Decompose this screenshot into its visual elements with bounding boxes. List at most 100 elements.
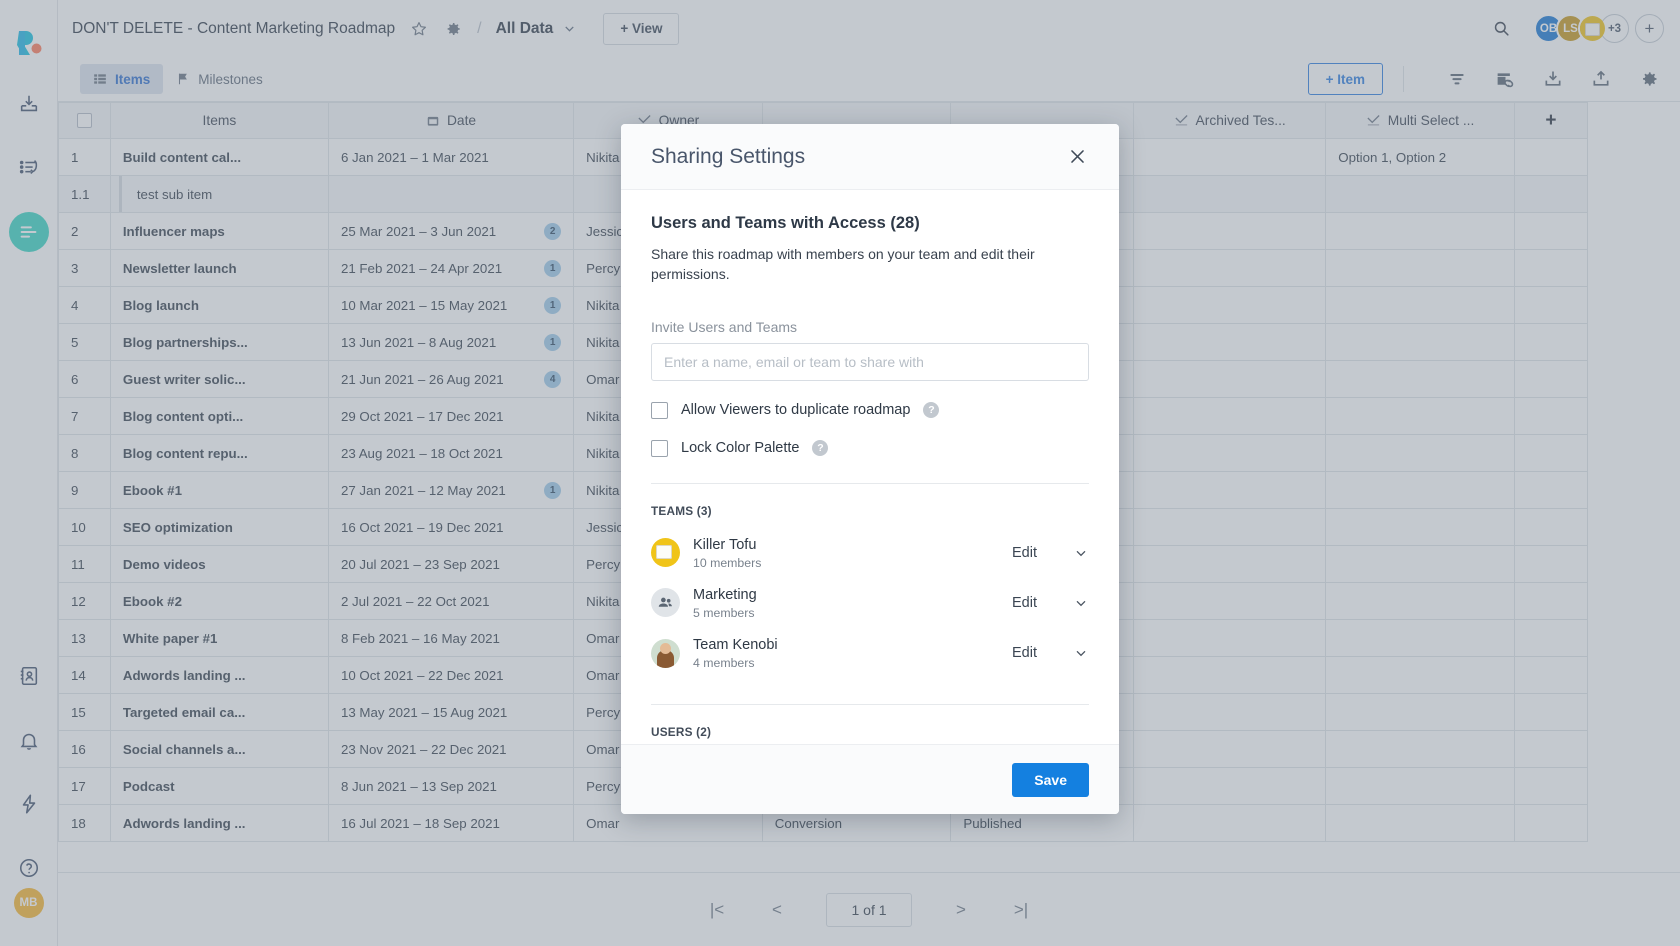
team-row[interactable]: Killer Tofu10 membersEdit	[651, 528, 1089, 578]
select-all-header[interactable]	[59, 103, 111, 139]
cell-item-name[interactable]: Podcast	[110, 768, 328, 805]
cell-multi-select[interactable]	[1326, 620, 1515, 657]
cell-item-name[interactable]: Blog launch	[110, 287, 328, 324]
help-icon[interactable]: ?	[812, 440, 828, 456]
cell-item-name[interactable]: SEO optimization	[110, 509, 328, 546]
cell-archived[interactable]	[1134, 509, 1326, 546]
cell-archived[interactable]	[1134, 694, 1326, 731]
cell-item-name[interactable]: Blog partnerships...	[110, 324, 328, 361]
cell-multi-select[interactable]: Option 1, Option 2	[1326, 139, 1515, 176]
cell-archived[interactable]	[1134, 435, 1326, 472]
cell-date[interactable]: 27 Jan 2021 – 12 May 20211	[328, 472, 573, 509]
cell-item-name[interactable]: Influencer maps	[110, 213, 328, 250]
team-row[interactable]: Team Kenobi4 membersEdit	[651, 628, 1089, 678]
cell-archived[interactable]	[1134, 546, 1326, 583]
cell-date[interactable]: 10 Mar 2021 – 15 May 20211	[328, 287, 573, 324]
role-label[interactable]: Edit	[1012, 545, 1037, 561]
roadmap-icon[interactable]	[9, 212, 49, 252]
cell-date[interactable]: 21 Jun 2021 – 26 Aug 20214	[328, 361, 573, 398]
next-page-button[interactable]: >	[950, 899, 972, 921]
cell-date[interactable]: 21 Feb 2021 – 24 Apr 20211	[328, 250, 573, 287]
cell-multi-select[interactable]	[1326, 435, 1515, 472]
cell-multi-select[interactable]	[1326, 583, 1515, 620]
save-button[interactable]: Save	[1012, 763, 1089, 797]
list-flow-icon[interactable]	[9, 148, 49, 188]
add-column-button[interactable]: +	[1514, 103, 1587, 139]
export-icon[interactable]	[1586, 64, 1616, 94]
role-label[interactable]: Edit	[1012, 645, 1037, 661]
cell-multi-select[interactable]	[1326, 509, 1515, 546]
cell-date[interactable]: 2 Jul 2021 – 22 Oct 2021	[328, 583, 573, 620]
allow-duplicate-checkbox[interactable]	[651, 402, 668, 419]
cell-archived[interactable]	[1134, 176, 1326, 213]
tab-milestones[interactable]: Milestones	[163, 64, 276, 94]
integrations-icon[interactable]	[9, 784, 49, 824]
role-label[interactable]: Edit	[1012, 595, 1037, 611]
cell-date[interactable]	[328, 176, 573, 213]
filter-icon[interactable]	[1442, 64, 1472, 94]
settings-gear-icon[interactable]	[1634, 64, 1664, 94]
cell-item-name[interactable]: Demo videos	[110, 546, 328, 583]
cell-item-name[interactable]: Newsletter launch	[110, 250, 328, 287]
column-header-multi-select[interactable]: Multi Select ...	[1326, 103, 1515, 139]
cell-multi-select[interactable]	[1326, 472, 1515, 509]
cell-item-name[interactable]: Blog content repu...	[110, 435, 328, 472]
roadmunk-logo-icon[interactable]	[12, 26, 46, 60]
help-icon[interactable]	[9, 848, 49, 888]
cell-multi-select[interactable]	[1326, 324, 1515, 361]
cell-archived[interactable]	[1134, 657, 1326, 694]
contacts-icon[interactable]	[9, 656, 49, 696]
page-indicator[interactable]: 1 of 1	[826, 893, 912, 927]
cell-item-name[interactable]: Adwords landing ...	[110, 805, 328, 842]
cell-date[interactable]: 16 Oct 2021 – 19 Dec 2021	[328, 509, 573, 546]
cell-multi-select[interactable]	[1326, 361, 1515, 398]
import-icon[interactable]	[1538, 64, 1568, 94]
cell-archived[interactable]	[1134, 620, 1326, 657]
cell-multi-select[interactable]	[1326, 657, 1515, 694]
cell-archived[interactable]	[1134, 398, 1326, 435]
chevron-down-icon[interactable]	[562, 21, 577, 36]
cell-archived[interactable]	[1134, 768, 1326, 805]
cell-item-name[interactable]: Blog content opti...	[110, 398, 328, 435]
cell-item-name[interactable]: Ebook #2	[110, 583, 328, 620]
cell-archived[interactable]	[1134, 805, 1326, 842]
view-selector-label[interactable]: All Data	[496, 20, 554, 38]
avatar-group[interactable]: OB LS +3 +	[1534, 14, 1664, 43]
cell-date[interactable]: 8 Jun 2021 – 13 Sep 2021	[328, 768, 573, 805]
cell-item-name[interactable]: White paper #1	[110, 620, 328, 657]
first-page-button[interactable]: |<	[706, 899, 728, 921]
cell-date[interactable]: 13 May 2021 – 15 Aug 2021	[328, 694, 573, 731]
cell-date[interactable]: 8 Feb 2021 – 16 May 2021	[328, 620, 573, 657]
last-page-button[interactable]: >|	[1010, 899, 1032, 921]
cell-date[interactable]: 23 Nov 2021 – 22 Dec 2021	[328, 731, 573, 768]
cell-multi-select[interactable]	[1326, 398, 1515, 435]
star-icon[interactable]	[409, 19, 429, 39]
invite-input[interactable]	[651, 343, 1089, 381]
chevron-down-icon[interactable]	[1073, 545, 1089, 561]
cell-date[interactable]: 10 Oct 2021 – 22 Dec 2021	[328, 657, 573, 694]
cell-multi-select[interactable]	[1326, 694, 1515, 731]
chevron-down-icon[interactable]	[1073, 595, 1089, 611]
share-link-icon[interactable]	[1490, 64, 1520, 94]
avatar[interactable]: MB	[14, 888, 44, 918]
cell-archived[interactable]	[1134, 583, 1326, 620]
column-header-archived[interactable]: Archived Tes...	[1134, 103, 1326, 139]
column-header-date[interactable]: Date	[328, 103, 573, 139]
cell-multi-select[interactable]	[1326, 213, 1515, 250]
cell-date[interactable]: 20 Jul 2021 – 23 Sep 2021	[328, 546, 573, 583]
cell-archived[interactable]	[1134, 324, 1326, 361]
cell-multi-select[interactable]	[1326, 287, 1515, 324]
cell-date[interactable]: 25 Mar 2021 – 3 Jun 20212	[328, 213, 573, 250]
tab-items[interactable]: Items	[80, 64, 163, 94]
cell-item-name[interactable]: Ebook #1	[110, 472, 328, 509]
close-icon[interactable]	[1065, 145, 1089, 169]
cell-date[interactable]: 29 Oct 2021 – 17 Dec 2021	[328, 398, 573, 435]
cell-item-name[interactable]: Build content cal...	[110, 139, 328, 176]
prev-page-button[interactable]: <	[766, 899, 788, 921]
cell-multi-select[interactable]	[1326, 250, 1515, 287]
help-icon[interactable]: ?	[923, 402, 939, 418]
cell-item-name[interactable]: Social channels a...	[110, 731, 328, 768]
cell-multi-select[interactable]	[1326, 805, 1515, 842]
cell-archived[interactable]	[1134, 731, 1326, 768]
team-row[interactable]: Marketing5 membersEdit	[651, 578, 1089, 628]
